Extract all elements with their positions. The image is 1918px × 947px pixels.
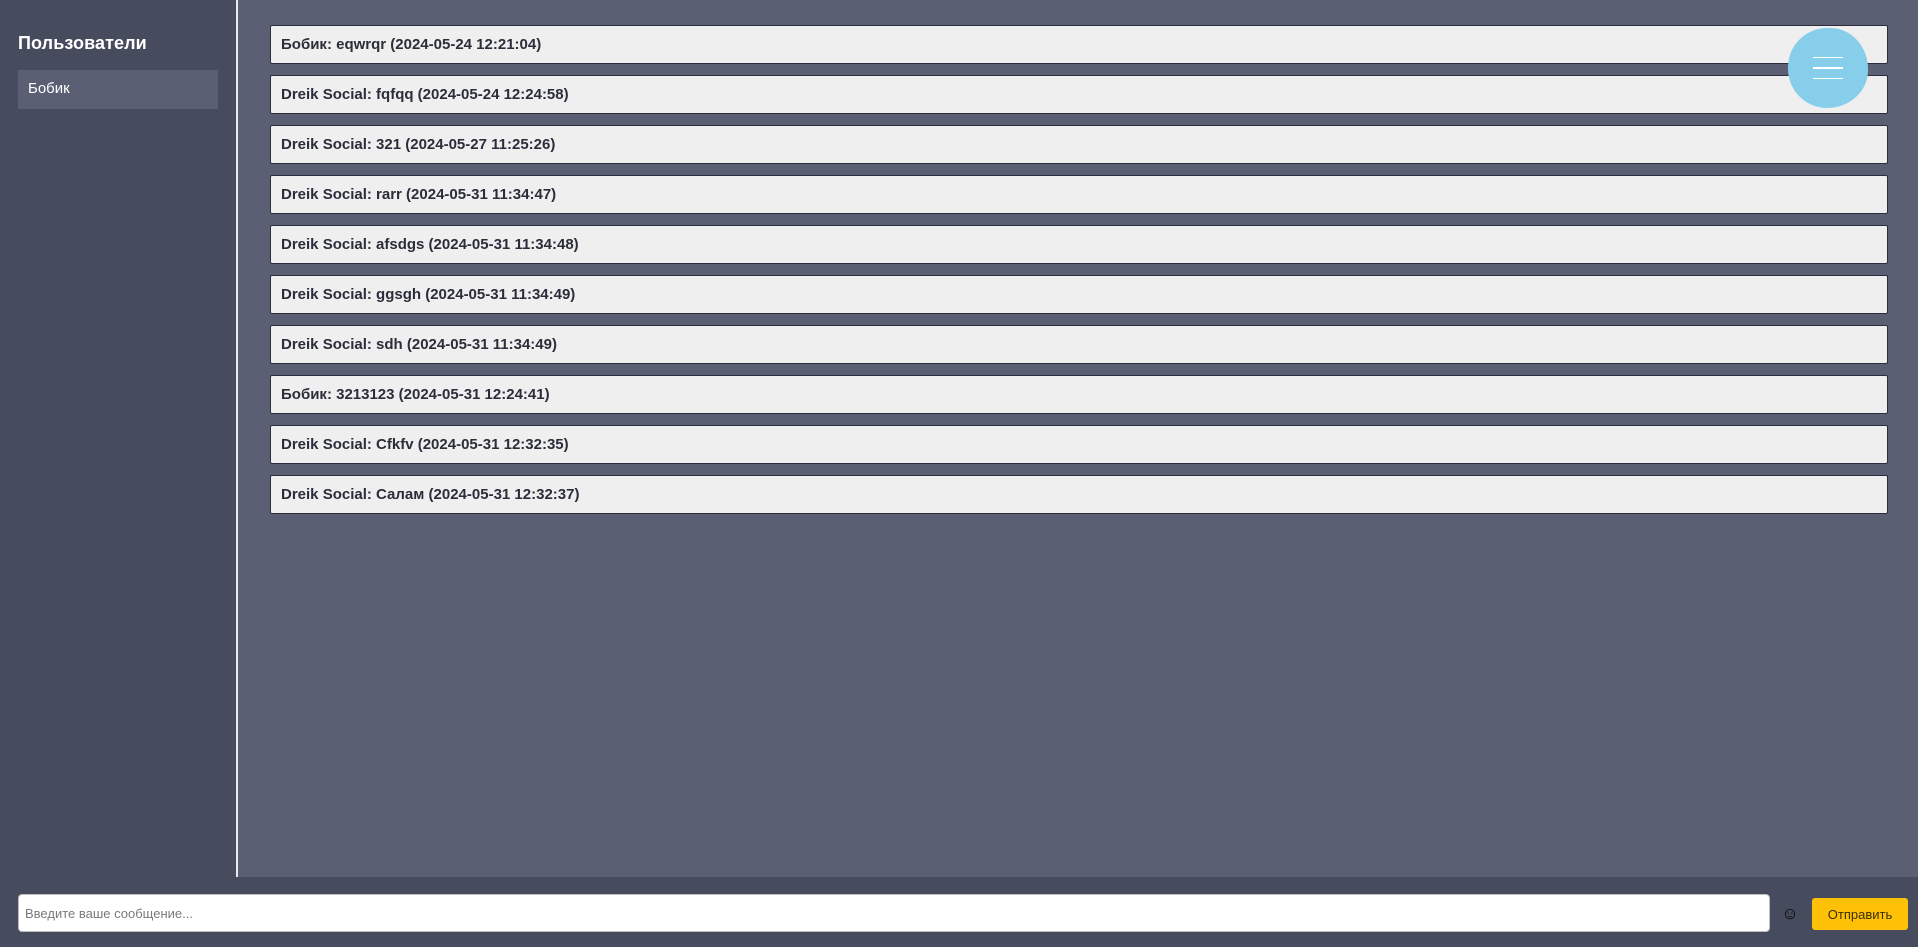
message-item: Dreik Social: afsdgs (2024-05-31 11:34:4…	[270, 225, 1888, 264]
sidebar-item-user[interactable]: Бобик	[18, 70, 218, 109]
message-item: Бобик: 3213123 (2024-05-31 12:24:41)	[270, 375, 1888, 414]
message-item: Dreik Social: sdh (2024-05-31 11:34:49)	[270, 325, 1888, 364]
hamburger-line	[1813, 77, 1843, 80]
hamburger-line	[1813, 67, 1843, 69]
message-item: Dreik Social: fqfqq (2024-05-24 12:24:58…	[270, 75, 1888, 114]
menu-button[interactable]	[1788, 28, 1868, 108]
message-item: Dreik Social: rarr (2024-05-31 11:34:47)	[270, 175, 1888, 214]
message-item: Dreik Social: ggsgh (2024-05-31 11:34:49…	[270, 275, 1888, 314]
emoji-icon[interactable]: ☺	[1780, 904, 1800, 924]
message-input[interactable]	[18, 894, 1770, 932]
message-item: Dreik Social: 321 (2024-05-27 11:25:26)	[270, 125, 1888, 164]
composer-bar	[0, 877, 1918, 947]
send-button[interactable]: Отправить	[1812, 898, 1908, 930]
hamburger-menu-icon	[1813, 56, 1843, 59]
users-sidebar: Пользователи Бобик	[0, 0, 238, 877]
chat-app: Пользователи Бобик Бобик: eqwrqr (2024-0…	[0, 0, 1918, 947]
message-item: Бобик: eqwrqr (2024-05-24 12:21:04)	[270, 25, 1888, 64]
message-item: Dreik Social: Cfkfv (2024-05-31 12:32:35…	[270, 425, 1888, 464]
sidebar-title: Пользователи	[18, 33, 147, 53]
messages-panel: Бобик: eqwrqr (2024-05-24 12:21:04) Drei…	[240, 0, 1918, 877]
message-item: Dreik Social: Салам (2024-05-31 12:32:37…	[270, 475, 1888, 514]
